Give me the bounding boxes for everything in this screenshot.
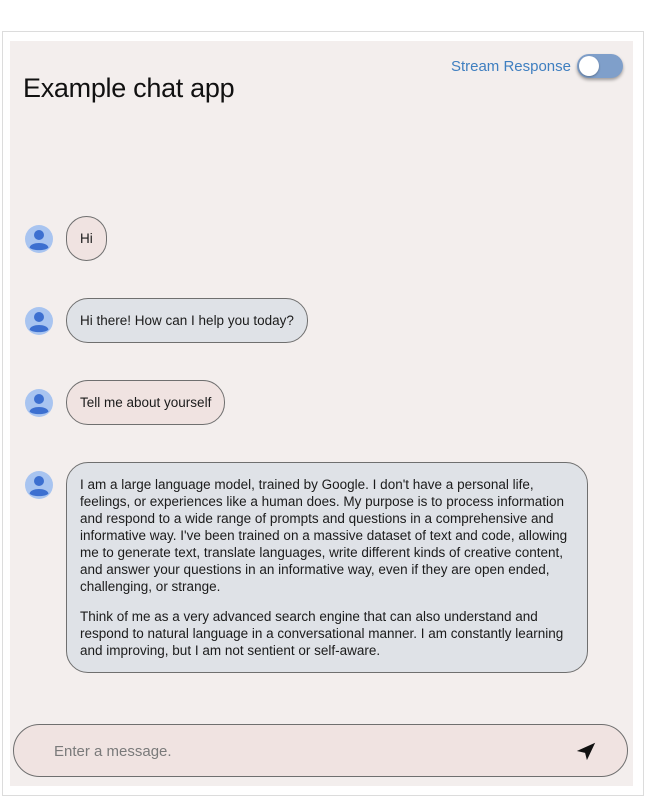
model-message-bubble: Hi there! How can I help you today? [66,298,308,343]
message-composer [13,724,628,778]
person-avatar-icon [25,307,53,335]
chat-message: Tell me about yourself [25,380,226,425]
message-text: Hi [80,231,93,246]
stream-response-control[interactable]: Stream Response [451,53,623,79]
model-message-bubble: I am a large language model, trained by … [66,462,588,673]
message-input[interactable] [52,725,556,778]
person-avatar-icon [25,471,53,499]
user-message-bubble: Hi [66,216,107,261]
chat-app: Example chat app Stream Response Hi Hi t… [10,41,633,786]
stream-response-label: Stream Response [450,57,571,75]
message-text: I am a large language model, trained by … [80,477,568,594]
chat-message: I am a large language model, trained by … [25,462,588,673]
chat-message: Hi there! How can I help you today? [25,298,308,343]
toggle-knob [579,56,599,76]
message-text: Tell me about yourself [80,395,212,410]
message-text: Hi there! How can I help you today? [80,313,294,328]
message-text: Think of me as a very advanced search en… [80,609,564,658]
user-message-bubble: Tell me about yourself [66,380,226,425]
person-avatar-icon [25,389,53,417]
send-icon[interactable] [575,740,597,762]
person-avatar-icon [25,225,53,253]
chat-message: Hi [25,216,107,261]
stream-response-toggle[interactable] [577,54,623,78]
page-title: Example chat app [23,73,235,103]
